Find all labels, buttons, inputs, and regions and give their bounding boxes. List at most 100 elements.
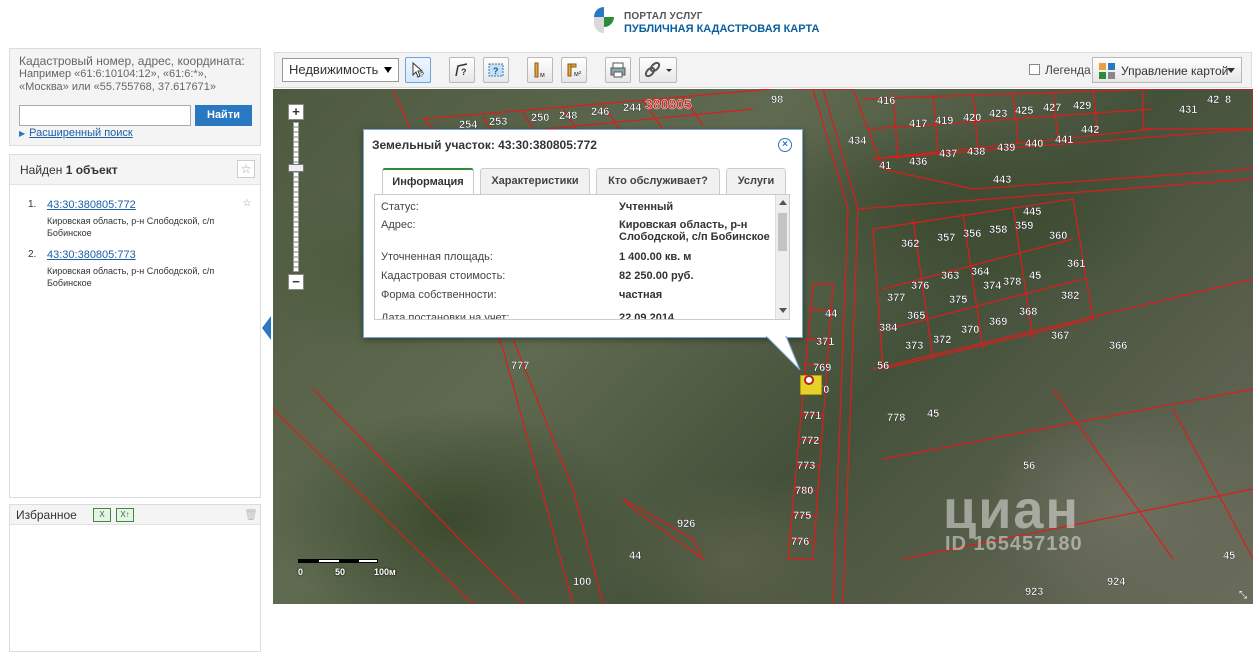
parcel-label: 45 xyxy=(1029,270,1041,282)
parcel-label: 253 xyxy=(489,116,507,128)
left-panel: Кадастровый номер, адрес, координата: На… xyxy=(9,48,261,652)
excel-export-icon[interactable]: X xyxy=(93,508,111,522)
parcel-label: 777 xyxy=(511,360,529,372)
zoom-slider[interactable] xyxy=(293,122,299,272)
parcel-label: 427 xyxy=(1043,102,1061,114)
result-address: Кировская область, р-н Слободской, с/п Б… xyxy=(47,266,215,288)
zoom-out-button[interactable]: − xyxy=(288,274,304,290)
parcel-label: 365 xyxy=(907,310,925,322)
parcel-label: 772 xyxy=(801,435,819,447)
parcel-label: 416 xyxy=(877,95,895,107)
parcel-label: 41 xyxy=(879,160,891,172)
parcel-label: 100 xyxy=(573,576,591,588)
svg-text:?: ? xyxy=(420,72,424,79)
print-button[interactable] xyxy=(605,57,631,83)
parcel-label: 42 xyxy=(1207,94,1219,106)
parcel-label: 440 xyxy=(1025,138,1043,150)
parcel-label: 370 xyxy=(961,324,979,336)
parcel-label: 372 xyxy=(933,334,951,346)
parcel-label: 367 xyxy=(1051,330,1069,342)
scale-bar-graphic xyxy=(298,559,378,563)
rect-question-icon: ? xyxy=(488,63,504,77)
search-hint: Кадастровый номер, адрес, координата: На… xyxy=(19,55,255,94)
parcel-label: 431 xyxy=(1179,104,1197,116)
layer-select[interactable]: Недвижимость xyxy=(282,58,399,82)
parcel-label: 56 xyxy=(1023,460,1035,472)
parcel-label: 250 xyxy=(531,112,549,124)
parcel-label: 246 xyxy=(591,106,609,118)
parcel-label: 420 xyxy=(963,112,981,124)
identify-tool-button[interactable]: ? xyxy=(405,57,431,83)
measure-area-button[interactable]: м² xyxy=(561,57,587,83)
map-control-dropdown[interactable]: Управление картой xyxy=(1092,57,1242,83)
info-value: 22.09.2014 xyxy=(619,312,675,320)
collapse-panel-icon[interactable] xyxy=(262,316,271,340)
parcel-label: 780 xyxy=(795,485,813,497)
resize-corner-icon[interactable]: ⤡ xyxy=(1239,590,1249,601)
parcel-label: 361 xyxy=(1067,258,1085,270)
star-icon[interactable]: ☆ xyxy=(240,198,254,212)
cursor-question-icon: ? xyxy=(412,61,424,79)
parcel-label: 248 xyxy=(559,110,577,122)
tab-services[interactable]: Услуги xyxy=(726,168,786,194)
area-info-button[interactable]: ? xyxy=(449,57,475,83)
result-cadastral-link[interactable]: 43:30:380805:773 xyxy=(47,249,136,261)
results-found-count: 1 объект xyxy=(65,163,118,177)
parcel-label: 371 xyxy=(816,336,834,348)
parcel-label: 375 xyxy=(949,294,967,306)
rect-info-button[interactable]: ? xyxy=(483,57,509,83)
advanced-search-label: Расширенный поиск xyxy=(29,127,133,139)
parcel-label: 44 xyxy=(629,550,642,562)
scroll-up-icon[interactable] xyxy=(779,200,787,205)
svg-text:м²: м² xyxy=(574,71,582,78)
parcel-label: 378 xyxy=(1003,276,1021,288)
parcel-label: 423 xyxy=(989,108,1007,120)
search-button[interactable]: Найти xyxy=(195,105,252,126)
legend-checkbox[interactable] xyxy=(1029,64,1040,75)
info-key: Уточненная площадь: xyxy=(381,251,493,263)
search-panel: Кадастровый номер, адрес, координата: На… xyxy=(9,48,261,146)
location-pin-icon[interactable] xyxy=(804,375,814,385)
result-number: 1. xyxy=(28,199,37,210)
tab-who-serves[interactable]: Кто обслуживает? xyxy=(596,168,720,194)
close-icon[interactable]: × xyxy=(778,138,792,152)
info-table: Статус: Учтенный Адрес: Кировская област… xyxy=(374,194,790,320)
parcel-label: 376 xyxy=(911,280,929,292)
map-toolbar: Недвижимость ? ? ? м м² Легенда Управлен… xyxy=(274,52,1252,88)
printer-icon xyxy=(610,62,626,78)
scroll-thumb[interactable] xyxy=(778,213,787,251)
search-input[interactable] xyxy=(19,105,191,126)
info-value: частная xyxy=(619,289,663,301)
tab-characteristics[interactable]: Характеристики xyxy=(480,168,590,194)
parcel-label: 373 xyxy=(905,340,923,352)
parcel-label: 773 xyxy=(797,460,815,472)
chevron-down-icon xyxy=(384,67,392,73)
parcel-label: 98 xyxy=(771,94,783,106)
advanced-search-link[interactable]: ▶ Расширенный поиск xyxy=(19,127,133,139)
layers-grid-icon xyxy=(1099,63,1115,79)
zoom-in-button[interactable]: + xyxy=(288,104,304,120)
scale-label: 0 xyxy=(298,567,304,577)
result-cadastral-link[interactable]: 43:30:380805:772 xyxy=(47,199,136,211)
popup-scrollbar[interactable] xyxy=(775,195,789,319)
tab-information[interactable]: Информация xyxy=(382,168,474,195)
search-example: Например «61:6:10104:12», «61:6:*», «Мос… xyxy=(19,68,216,93)
excel-import-icon[interactable]: X↑ xyxy=(116,508,134,522)
scroll-down-icon[interactable] xyxy=(779,308,787,313)
watermark: циан xyxy=(943,480,1081,540)
info-value: Кировская область, р-н Слободской, с/п Б… xyxy=(619,219,770,243)
measure-distance-button[interactable]: м xyxy=(527,57,553,83)
parcel-label: 44 xyxy=(825,308,838,320)
legend-label: Легенда xyxy=(1045,63,1091,77)
parcel-label: 425 xyxy=(1015,105,1033,117)
site-header: ПОРТАЛ УСЛУГ ПУБЛИЧНАЯ КАДАСТРОВАЯ КАРТА xyxy=(0,0,1260,48)
star-icon[interactable]: ☆ xyxy=(237,160,255,178)
link-dropdown-button[interactable] xyxy=(639,57,677,83)
cadastral-block-label: 380805 xyxy=(645,96,692,112)
parcel-label: 438 xyxy=(967,146,985,158)
parcel-label: 776 xyxy=(791,536,809,548)
trash-icon[interactable]: 🗑 xyxy=(244,508,258,522)
parcel-label: 382 xyxy=(1061,290,1079,302)
zoom-slider-handle[interactable] xyxy=(288,164,304,172)
scale-label: 100м xyxy=(374,567,396,577)
